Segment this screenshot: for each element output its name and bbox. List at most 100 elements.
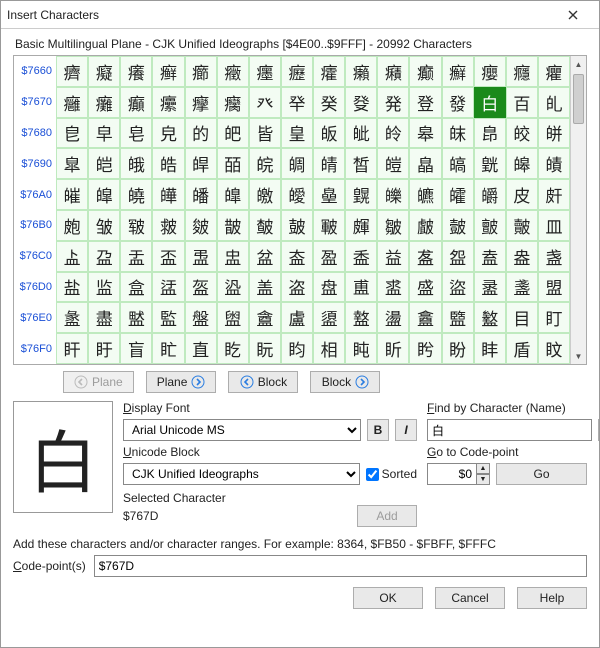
char-cell[interactable]: 皕 — [217, 148, 249, 179]
char-cell[interactable]: 盽 — [474, 333, 506, 364]
char-cell[interactable]: 皛 — [409, 148, 441, 179]
char-cell[interactable]: 盏 — [538, 241, 570, 272]
plane-next-button[interactable]: Plane — [146, 371, 217, 393]
char-cell[interactable]: 盉 — [345, 241, 377, 272]
char-cell[interactable]: 発 — [377, 87, 409, 118]
char-cell[interactable]: 盰 — [56, 333, 88, 364]
char-cell[interactable]: 皧 — [281, 179, 313, 210]
char-cell[interactable]: 盌 — [442, 241, 474, 272]
char-cell[interactable]: 皶 — [249, 210, 281, 241]
char-cell[interactable]: 盗 — [281, 272, 313, 303]
char-cell[interactable]: 皵 — [217, 210, 249, 241]
char-cell[interactable]: 百 — [506, 87, 538, 118]
char-cell[interactable]: 的 — [185, 118, 217, 149]
char-cell[interactable]: 皹 — [345, 210, 377, 241]
char-cell[interactable]: 發 — [442, 87, 474, 118]
char-cell[interactable]: 盖 — [249, 272, 281, 303]
char-cell[interactable]: 癣 — [152, 56, 184, 87]
char-cell[interactable]: 盡 — [88, 302, 120, 333]
char-cell[interactable]: 皷 — [281, 210, 313, 241]
char-cell[interactable]: 癹 — [345, 87, 377, 118]
help-button[interactable]: Help — [517, 587, 587, 609]
char-cell[interactable]: 皅 — [217, 118, 249, 149]
char-cell[interactable]: 直 — [185, 333, 217, 364]
char-cell[interactable]: 皁 — [88, 118, 120, 149]
char-cell[interactable]: 盫 — [409, 302, 441, 333]
scroll-thumb[interactable] — [573, 74, 584, 124]
char-cell[interactable]: 皪 — [377, 179, 409, 210]
char-cell[interactable]: 皲 — [120, 210, 152, 241]
char-cell[interactable]: 癷 — [281, 87, 313, 118]
find-input[interactable] — [427, 419, 592, 441]
char-cell[interactable]: 皝 — [474, 148, 506, 179]
char-cell[interactable]: 皩 — [345, 179, 377, 210]
plane-prev-button[interactable]: Plane — [63, 371, 134, 393]
char-cell[interactable]: 皾 — [506, 210, 538, 241]
char-cell[interactable]: 盓 — [152, 272, 184, 303]
char-cell[interactable]: 盜 — [442, 272, 474, 303]
char-cell[interactable]: 皎 — [506, 118, 538, 149]
char-cell[interactable]: 盬 — [442, 302, 474, 333]
char-cell[interactable]: 皺 — [377, 210, 409, 241]
char-cell[interactable]: 皽 — [474, 210, 506, 241]
codepoints-input[interactable] — [94, 555, 587, 577]
char-cell[interactable]: 盋 — [409, 241, 441, 272]
char-cell[interactable]: 皀 — [56, 118, 88, 149]
char-cell[interactable]: 癡 — [88, 56, 120, 87]
char-cell[interactable]: 盅 — [217, 241, 249, 272]
char-cell[interactable]: 皖 — [249, 148, 281, 179]
char-cell[interactable]: 癴 — [185, 87, 217, 118]
character-grid[interactable]: 癠癡癢癣癤癥癦癧癨癩癪癫癬癭癮癯癰癱癲癳癴癵癶癷癸癹発登發白百癿皀皁皂皃的皅皆皇… — [56, 56, 570, 364]
char-cell[interactable]: 盒 — [120, 272, 152, 303]
char-cell[interactable]: 盁 — [88, 241, 120, 272]
char-cell[interactable]: 皿 — [538, 210, 570, 241]
char-cell[interactable]: 盐 — [56, 272, 88, 303]
char-cell[interactable]: 盤 — [185, 302, 217, 333]
char-cell[interactable]: 癳 — [152, 87, 184, 118]
scroll-down-arrow[interactable]: ▼ — [571, 348, 586, 364]
char-cell[interactable]: 盙 — [345, 272, 377, 303]
char-cell[interactable]: 盯 — [538, 302, 570, 333]
scroll-up-arrow[interactable]: ▲ — [571, 56, 586, 72]
char-cell[interactable]: 监 — [88, 272, 120, 303]
unicode-block-select[interactable]: CJK Unified Ideographs — [123, 463, 360, 485]
goto-input[interactable] — [427, 463, 477, 485]
char-cell[interactable]: 皻 — [409, 210, 441, 241]
char-cell[interactable]: 癮 — [506, 56, 538, 87]
char-cell[interactable]: 盩 — [345, 302, 377, 333]
char-cell[interactable]: 皊 — [377, 118, 409, 149]
char-cell[interactable]: 盷 — [281, 333, 313, 364]
char-cell[interactable]: 癱 — [88, 87, 120, 118]
char-cell[interactable]: 盦 — [249, 302, 281, 333]
char-cell[interactable]: 皂 — [120, 118, 152, 149]
char-cell[interactable]: 監 — [152, 302, 184, 333]
char-cell[interactable]: 皘 — [313, 148, 345, 179]
char-cell[interactable]: 盚 — [377, 272, 409, 303]
char-cell[interactable]: 癭 — [474, 56, 506, 87]
block-next-button[interactable]: Block — [310, 371, 380, 393]
char-cell[interactable]: 盕 — [217, 272, 249, 303]
char-cell[interactable]: 登 — [409, 87, 441, 118]
char-cell[interactable]: 癯 — [538, 56, 570, 87]
char-cell[interactable]: 癶 — [249, 87, 281, 118]
char-cell[interactable]: 皰 — [56, 210, 88, 241]
char-cell[interactable]: 皳 — [152, 210, 184, 241]
char-cell[interactable]: 目 — [506, 302, 538, 333]
block-prev-button[interactable]: Block — [228, 371, 298, 393]
char-cell[interactable]: 皢 — [120, 179, 152, 210]
char-cell[interactable]: 盺 — [377, 333, 409, 364]
char-cell[interactable]: 皭 — [474, 179, 506, 210]
char-cell[interactable]: 盥 — [217, 302, 249, 333]
char-cell[interactable]: 癫 — [409, 56, 441, 87]
char-cell[interactable]: 皱 — [88, 210, 120, 241]
char-cell[interactable]: 盢 — [120, 302, 152, 333]
char-cell[interactable]: 盞 — [506, 272, 538, 303]
display-font-select[interactable]: Arial Unicode MS — [123, 419, 361, 441]
char-cell[interactable]: 盲 — [120, 333, 152, 364]
char-cell[interactable]: 癬 — [442, 56, 474, 87]
char-cell[interactable]: 盍 — [474, 241, 506, 272]
char-cell[interactable]: 盇 — [281, 241, 313, 272]
char-cell[interactable]: 皇 — [281, 118, 313, 149]
bold-button[interactable]: B — [367, 419, 389, 441]
char-cell[interactable]: 皬 — [442, 179, 474, 210]
